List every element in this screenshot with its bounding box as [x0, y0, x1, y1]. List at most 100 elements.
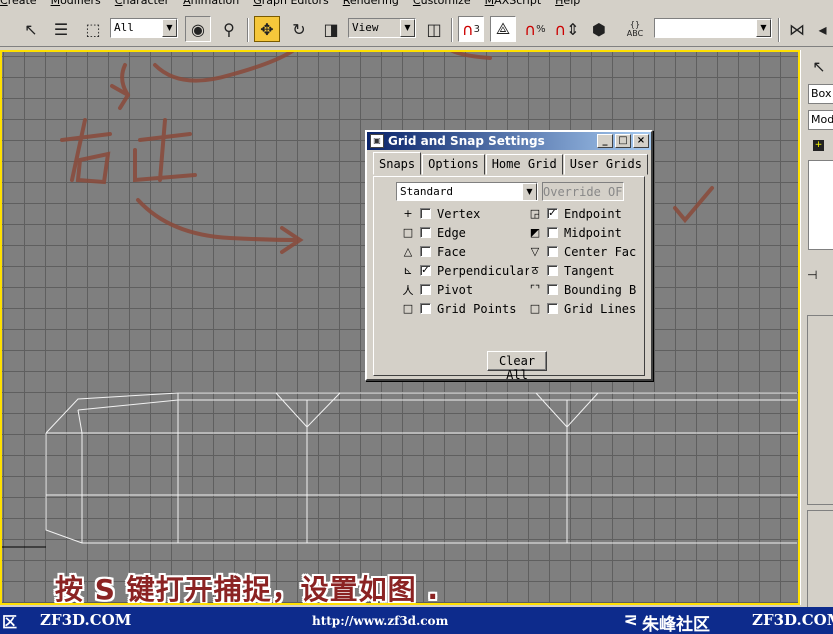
named-selection-sets-dropdown[interactable]: ▼	[654, 18, 772, 38]
dialog-title-bar[interactable]: ▣ Grid and Snap Settings _ □ ×	[367, 132, 651, 150]
clear-all-button[interactable]: Clear All	[487, 351, 547, 382]
snap-option-vertex[interactable]: + Vertex	[402, 205, 480, 222]
snap-toggle-icon[interactable]: ∩ 3	[458, 16, 484, 42]
menu-item-help[interactable]: Help	[555, 0, 580, 7]
snap-option-grid-points[interactable]: □ Grid Points	[402, 300, 517, 317]
banner-community: 朱峰社区	[642, 615, 710, 634]
tab-snaps[interactable]: Snaps	[373, 152, 422, 175]
spinner-snap-icon[interactable]: ∩ ⇕	[554, 16, 580, 42]
bounding-box-snap-icon: ⌜⌝	[529, 283, 541, 296]
menu-item-rendering[interactable]: Rendering	[343, 0, 399, 7]
chevron-down-icon: ▼	[162, 19, 177, 37]
snap-option-endpoint[interactable]: ◲ ✓ Endpoint	[529, 205, 622, 222]
banner-site-left: ZF3D.COM	[40, 611, 132, 629]
scale-icon[interactable]: ◨	[318, 16, 344, 42]
snap-checkbox[interactable]: ✓	[547, 208, 558, 219]
snap-label: Face	[437, 244, 466, 259]
snap-option-pivot[interactable]: 人 Pivot	[402, 281, 474, 298]
region-select-icon[interactable]: ⬚	[80, 16, 106, 42]
snap-label: Tangent	[564, 263, 615, 278]
chevron-down-icon: ▼	[522, 183, 537, 200]
snap-label: Grid Lines	[564, 301, 636, 316]
plus-icon[interactable]: +	[813, 140, 824, 151]
pin-icon[interactable]: ⊣	[807, 268, 817, 282]
snap-checkbox[interactable]	[547, 227, 558, 238]
menu-item-customize[interactable]: Customize	[413, 0, 471, 7]
snap-checkbox[interactable]	[547, 246, 558, 257]
menu-item-maxscript[interactable]: MAXScript	[485, 0, 541, 7]
minimize-icon[interactable]: _	[597, 134, 613, 148]
select-by-name-icon[interactable]: ☰	[48, 16, 74, 42]
banner-cut-text: 区	[2, 613, 18, 631]
snap-checkbox[interactable]	[547, 284, 558, 295]
snap-option-midpoint[interactable]: ◩ Midpoint	[529, 224, 622, 241]
snap-option-edge[interactable]: □ Edge	[402, 224, 466, 241]
midpoint-snap-icon: ◩	[529, 226, 541, 239]
snap-label: Center Face	[564, 244, 636, 259]
wireframe-object	[45, 392, 797, 544]
tab-user-grids[interactable]: User Grids	[563, 154, 648, 175]
snap-label: Vertex	[437, 206, 481, 221]
object-type-field[interactable]: Box	[808, 84, 833, 104]
angle-snap-icon[interactable]: ⟁	[490, 16, 516, 42]
app-icon: ▣	[370, 134, 384, 148]
snap-checkbox[interactable]	[420, 303, 431, 314]
chevron-down-icon: ▼	[756, 19, 771, 37]
close-icon[interactable]: ×	[633, 134, 649, 148]
modifier-stack[interactable]	[808, 160, 833, 250]
snap-label: Pivot	[437, 282, 474, 297]
reference-coordinate-dropdown[interactable]: View ▼	[348, 18, 416, 38]
snap-option-tangent[interactable]: ठ Tangent	[529, 262, 615, 279]
rotate-icon[interactable]: ↻	[286, 16, 312, 42]
menu-item-character[interactable]: Character	[115, 0, 169, 7]
edit-named-selection-icon[interactable]: {} ABC	[622, 16, 648, 42]
maximize-icon[interactable]: □	[615, 134, 631, 148]
banner-site-right: ZF3D.COM	[752, 611, 833, 629]
vertex-snap-icon: +	[403, 207, 413, 220]
menu-item-modifiers[interactable]: Modifiers	[51, 0, 101, 7]
banner-url[interactable]: http://www.zf3d.com	[312, 614, 448, 628]
select-icon[interactable]: ↖	[18, 16, 44, 42]
snap-mode-dropdown[interactable]: Standard ▼	[396, 182, 538, 201]
percent-snap-icon[interactable]: ∩%	[522, 16, 548, 42]
snap-checkbox[interactable]	[420, 246, 431, 257]
snap-option-bounding-box[interactable]: ⌜⌝ Bounding Box	[529, 281, 636, 298]
chevron-down-icon: ▼	[400, 19, 415, 37]
create-tab-icon[interactable]: ↖	[807, 54, 831, 78]
menu-item-graph-editors[interactable]: Graph Editors	[253, 0, 329, 7]
menu-item-animation[interactable]: Animation	[183, 0, 239, 7]
override-button[interactable]: Override OFF	[542, 182, 624, 201]
tab-home-grid[interactable]: Home Grid	[485, 154, 563, 175]
pivot-center-icon[interactable]: ◫	[421, 16, 447, 42]
snap-checkbox[interactable]	[547, 265, 558, 276]
snap-option-face[interactable]: △ Face	[402, 243, 466, 260]
grid-points-snap-icon: □	[402, 302, 414, 315]
link-icon[interactable]: ⚲	[216, 16, 242, 42]
perpendicular-snap-icon: ⊾	[403, 264, 413, 277]
selection-filter-dropdown[interactable]: All ▼	[110, 18, 178, 38]
snap-checkbox[interactable]	[420, 208, 431, 219]
mirror-icon[interactable]: ⋈	[784, 16, 810, 42]
snap-checkbox[interactable]	[420, 284, 431, 295]
tab-options[interactable]: Options	[422, 154, 485, 175]
center-face-snap-icon: ▽	[530, 245, 540, 258]
snap-checkbox[interactable]	[420, 227, 431, 238]
snap-option-grid-lines[interactable]: □ Grid Lines	[529, 300, 636, 317]
snap-option-center-face[interactable]: ▽ Center Face	[529, 243, 636, 260]
move-icon[interactable]: ✥	[254, 16, 280, 42]
named-selection-icon[interactable]: ⬢	[586, 16, 612, 42]
snap-checkbox[interactable]	[547, 303, 558, 314]
face-snap-icon: △	[403, 245, 413, 258]
window-crossing-icon[interactable]: ◉	[185, 16, 211, 42]
snap-label: Bounding Box	[564, 282, 636, 297]
align-icon[interactable]: ◂	[812, 16, 833, 42]
dialog-tabs: Snaps Options Home Grid User Grids	[373, 152, 649, 175]
snap-option-perpendicular[interactable]: ⊾ ✓ Perpendicular	[402, 262, 529, 279]
endpoint-snap-icon: ◲	[529, 207, 541, 220]
grid-lines-snap-icon: □	[529, 302, 541, 315]
snap-checkbox[interactable]: ✓	[420, 265, 431, 276]
rollout-panel-2	[807, 510, 833, 610]
menu-bar: Create Modifiers Character Animation Graph E…	[0, 0, 833, 7]
menu-item-create[interactable]: Create	[0, 0, 37, 7]
modifier-list-field[interactable]: Mod	[808, 110, 833, 130]
